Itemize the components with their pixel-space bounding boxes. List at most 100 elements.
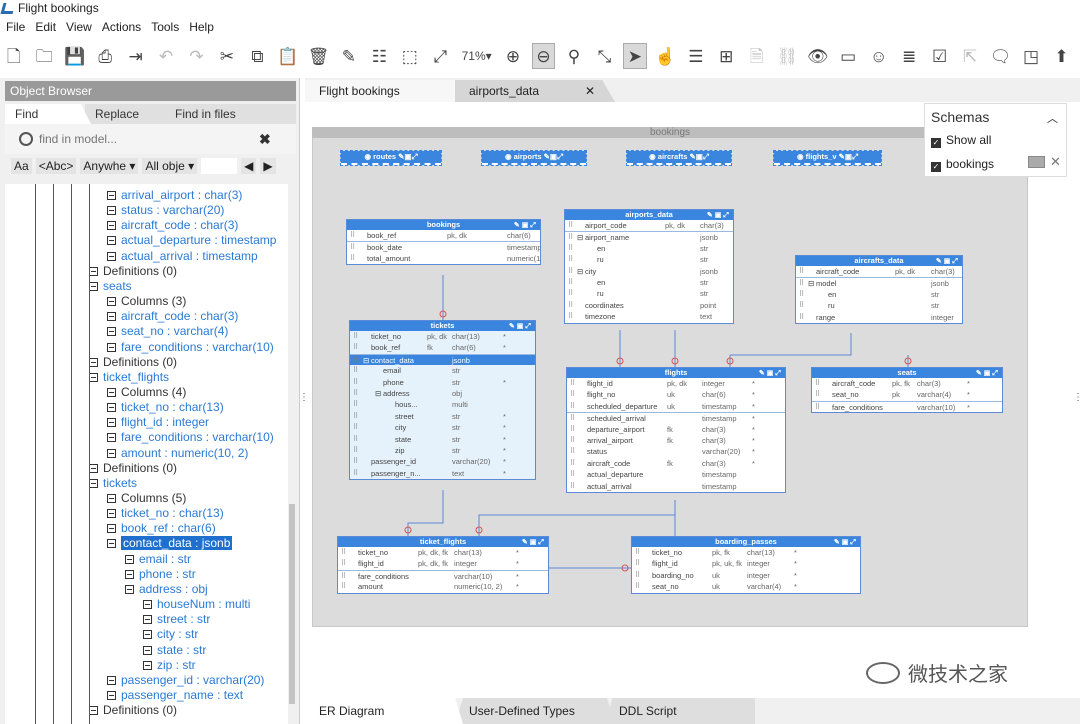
collapse-icon[interactable]: ⊟: [577, 232, 583, 242]
drag-handle-icon[interactable]: ⠿: [350, 253, 355, 264]
entity-title[interactable]: flights ✎▣⤢: [567, 368, 785, 378]
entity-column-row[interactable]: ⠿ city str *: [350, 422, 535, 433]
drag-handle-icon[interactable]: ⠿: [570, 481, 575, 492]
tab-ddl-script[interactable]: DDL Script: [605, 698, 755, 724]
drag-handle-icon[interactable]: ⠿: [350, 242, 355, 252]
entity-column-row[interactable]: ⠿book_refpk, dkchar(6)*: [347, 230, 540, 241]
drag-handle-icon[interactable]: ⠿: [799, 312, 804, 323]
entity-column-row[interactable]: ⠿⊟airport_namejsonb*: [565, 231, 733, 242]
drag-handle-icon[interactable]: ⠿: [353, 342, 358, 353]
entity-bookings[interactable]: bookings✎▣⤢⠿book_refpk, dkchar(6)*⠿book_…: [346, 219, 541, 266]
view-airports[interactable]: ◉ airports ✎▣⤢: [481, 150, 587, 166]
entity-column-row[interactable]: ⠿ amount numeric(10, 2) *: [338, 581, 548, 592]
entity-column-row[interactable]: ⠿ arrival_airport fk char(3) *: [567, 435, 785, 446]
drag-handle-icon[interactable]: ⠿: [570, 424, 575, 435]
entity-flights[interactable]: flights ✎▣⤢ ⠿ flight_id pk, dk integer * ⠿ fligh…: [566, 367, 786, 493]
entity-column-row[interactable]: ⠿ flight_id pk, dk integer *: [567, 378, 785, 389]
entity-column-row[interactable]: ⠿ aircraft_code pk, fk char(3) *: [812, 378, 1002, 389]
drag-handle-icon[interactable]: ⠿: [350, 230, 355, 241]
entity-title[interactable]: seats ✎▣⤢: [812, 368, 1002, 378]
drag-handle-icon[interactable]: ⠿: [353, 365, 358, 376]
drag-handle-icon[interactable]: ⠿: [815, 389, 820, 400]
drag-handle-icon[interactable]: ⠿: [568, 288, 573, 299]
drag-handle-icon[interactable]: ⠿: [341, 547, 346, 558]
entity-column-row[interactable]: ⠿ seat_no uk varchar(4) *: [632, 581, 860, 592]
drag-handle-icon[interactable]: ⠿: [353, 456, 358, 467]
drag-handle-icon[interactable]: ⠿: [568, 300, 573, 311]
collapse-icon[interactable]: ⊟: [375, 388, 381, 399]
drag-handle-icon[interactable]: ⠿: [568, 232, 573, 242]
entity-column-row[interactable]: ⠿⊟cityjsonb*: [565, 266, 733, 277]
drag-handle-icon[interactable]: ⠿: [353, 434, 358, 445]
drag-handle-icon[interactable]: ⠿: [799, 289, 804, 300]
entity-aircrafts-data[interactable]: aircrafts_data ✎▣⤢ ⠿ aircraft_code pk, dk cha…: [795, 255, 963, 324]
drag-handle-icon[interactable]: ⠿: [353, 411, 358, 422]
drag-handle-icon[interactable]: ⠿: [570, 458, 575, 469]
entity-column-row[interactable]: ⠿rustr*: [796, 300, 962, 311]
entity-column-row[interactable]: ⠿ flight_id pk, dk, fk integer *: [338, 558, 548, 569]
view-actions-icon[interactable]: ✎▣⤢: [396, 152, 417, 161]
remove-schema-icon[interactable]: ✕: [1050, 154, 1061, 170]
drag-handle-icon[interactable]: ⠿: [570, 435, 575, 446]
entity-title[interactable]: tickets ✎▣⤢: [350, 321, 535, 331]
drag-handle-icon[interactable]: ⠿: [570, 446, 575, 457]
drag-handle-icon[interactable]: ⠿: [570, 401, 575, 412]
view-actions-icon[interactable]: ✎▣⤢: [687, 152, 708, 161]
entity-title[interactable]: bookings ✎▣⤢: [347, 220, 540, 230]
entity-tickets[interactable]: tickets ✎▣⤢ ⠿ ticket_no pk, dk char(13) * ⠿ book…: [349, 320, 536, 481]
drag-handle-icon[interactable]: ⠿: [353, 468, 358, 479]
drag-handle-icon[interactable]: ⠿: [341, 571, 346, 581]
entity-column-row[interactable]: ⠿ flight_no uk char(6) *: [567, 389, 785, 400]
drag-handle-icon[interactable]: ⠿: [353, 399, 358, 410]
drag-handle-icon[interactable]: ⠿: [568, 311, 573, 322]
entity-column-row[interactable]: ⠿timezonetext*: [565, 311, 733, 322]
drag-handle-icon[interactable]: ⠿: [568, 243, 573, 254]
entity-column-row[interactable]: ⠿ aircraft_code fk char(3) *: [567, 458, 785, 469]
entity-column-row[interactable]: ⠿ departure_airport fk char(3) *: [567, 424, 785, 435]
entity-boarding-passes[interactable]: boarding_passes ✎▣⤢ ⠿ ticket_no pk, fk char(1…: [631, 536, 861, 594]
view-actions-icon[interactable]: ✎▣⤢: [837, 152, 858, 161]
tab-er-diagram[interactable]: ER Diagram: [305, 698, 463, 724]
drag-handle-icon[interactable]: ⠿: [635, 581, 640, 592]
drag-handle-icon[interactable]: ⠿: [353, 355, 358, 365]
schema-bookings-checkbox[interactable]: ✓ bookings: [931, 157, 994, 172]
drag-handle-icon[interactable]: ⠿: [353, 445, 358, 456]
drag-handle-icon[interactable]: ⠿: [568, 277, 573, 288]
entity-column-row[interactable]: ⠿ scheduled_departure uk timestamp *: [567, 401, 785, 412]
entity-column-row[interactable]: ⠿rustr*: [565, 288, 733, 299]
view-flights-v[interactable]: ◉ flights_v ✎▣⤢: [773, 150, 882, 166]
schema-color-swatch[interactable]: [1028, 156, 1045, 168]
splitter-handle-right[interactable]: ⋮: [1073, 392, 1080, 403]
entity-column-row[interactable]: ⠿⊟modeljsonb*: [796, 277, 962, 288]
entity-column-row[interactable]: ⠿ book_ref fk char(6) *: [350, 342, 535, 353]
drag-handle-icon[interactable]: ⠿: [568, 220, 573, 231]
entity-column-row[interactable]: ⠿ ⊟ address obj: [350, 388, 535, 399]
entity-column-row[interactable]: ⠿ passenger_id varchar(20) *: [350, 456, 535, 467]
entity-column-row[interactable]: ⠿ fare_conditions varchar(10) *: [338, 569, 548, 581]
drag-handle-icon[interactable]: ⠿: [635, 558, 640, 569]
drag-handle-icon[interactable]: ⠿: [341, 558, 346, 569]
entity-column-row[interactable]: ⠿ seat_no pk varchar(4) *: [812, 389, 1002, 400]
entity-column-row[interactable]: ⠿ actual_departure timestamp: [567, 469, 785, 480]
entity-column-row[interactable]: ⠿enstr*: [796, 289, 962, 300]
entity-ticket-flights[interactable]: ticket_flights ✎▣⤢ ⠿ ticket_no pk, dk, fk cha…: [337, 536, 549, 594]
entity-column-row[interactable]: ⠿ street str *: [350, 411, 535, 422]
entity-column-row[interactable]: ⠿ passenger_n... text *: [350, 468, 535, 479]
drag-handle-icon[interactable]: ⠿: [353, 331, 358, 342]
drag-handle-icon[interactable]: ⠿: [353, 377, 358, 388]
drag-handle-icon[interactable]: ⠿: [353, 388, 358, 399]
view-actions-icon[interactable]: ✎▣⤢: [542, 152, 563, 161]
entity-column-row[interactable]: ⠿enstr*: [565, 243, 733, 254]
relationship-line[interactable]: [478, 500, 676, 536]
drag-handle-icon[interactable]: ⠿: [799, 266, 804, 277]
entity-column-row[interactable]: ⠿ fare_conditions varchar(10) *: [812, 400, 1002, 412]
drag-handle-icon[interactable]: ⠿: [570, 389, 575, 400]
entity-column-row[interactable]: ⠿aircraft_codepk, dkchar(3)*: [796, 266, 962, 277]
entity-column-row[interactable]: ⠿ flight_id pk, uk, fk integer *: [632, 558, 860, 569]
view-aircrafts[interactable]: ◉ aircrafts ✎▣⤢: [626, 150, 732, 166]
entity-column-row[interactable]: ⠿ hous... multi: [350, 399, 535, 410]
collapse-icon[interactable]: ⊟: [577, 266, 583, 277]
tab-user-defined-types[interactable]: User-Defined Types: [455, 698, 615, 724]
entity-column-row[interactable]: ⠿ state str *: [350, 434, 535, 445]
collapse-icon[interactable]: ⊟: [808, 278, 814, 288]
